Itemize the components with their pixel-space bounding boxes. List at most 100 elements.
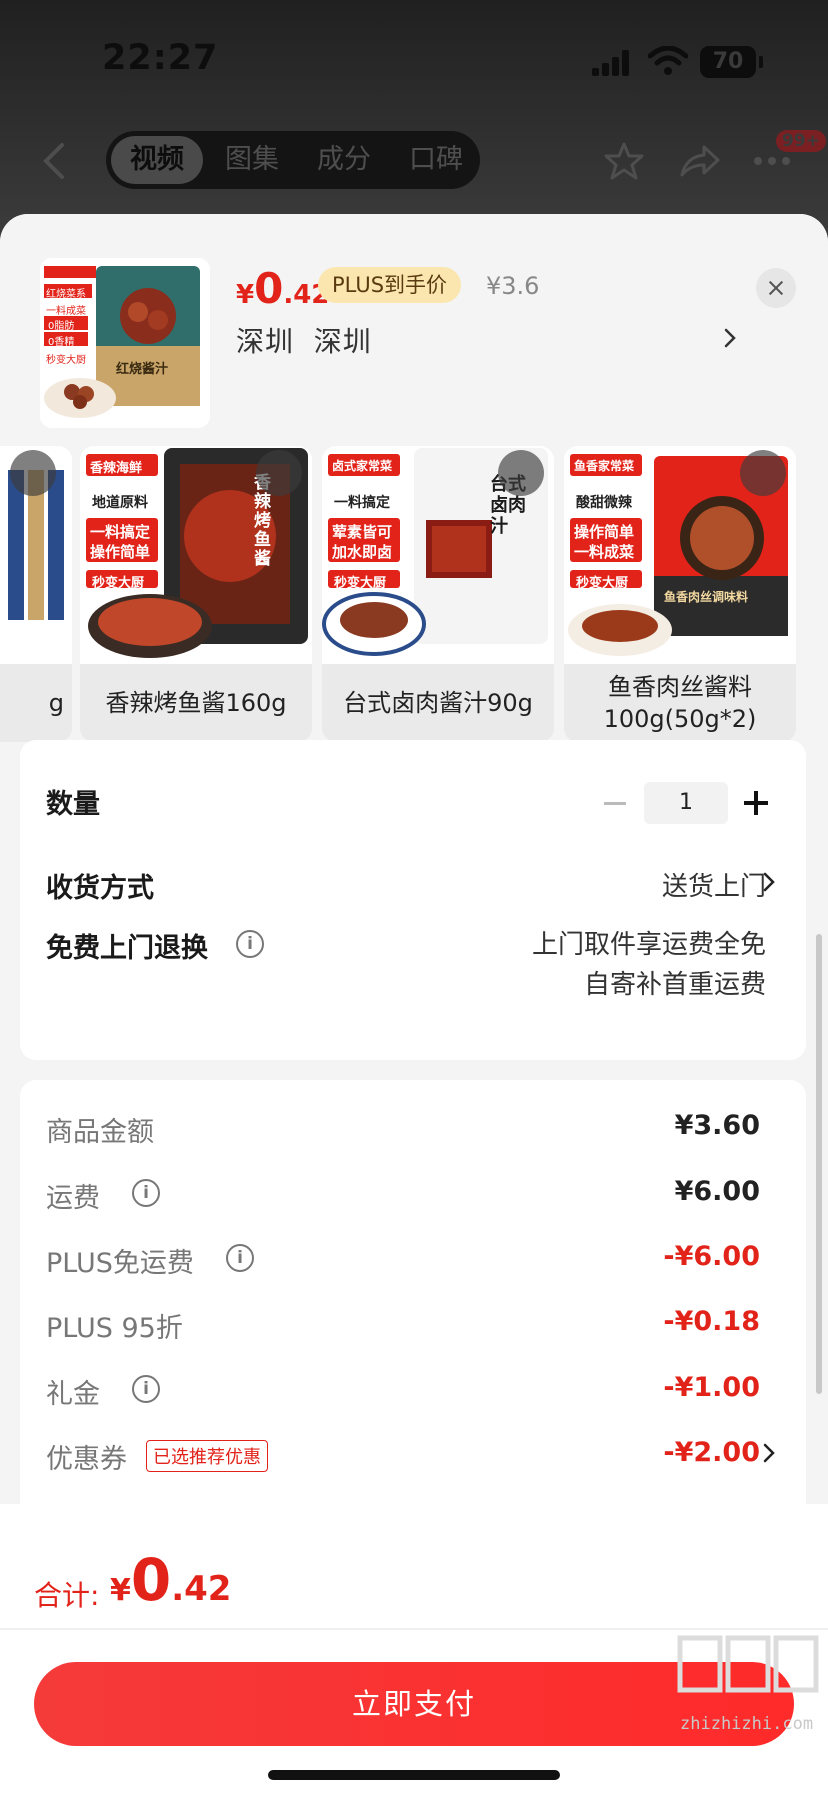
status-time: 22:27 [102, 38, 219, 78]
chevron-right-icon[interactable] [762, 1442, 776, 1464]
fee-label-coupon: 优惠券 [46, 1444, 127, 1475]
free-return-line1: 上门取件享运费全免 [531, 930, 766, 960]
tab-video[interactable]: 视频 [111, 136, 203, 184]
top-nav: 视频 图集 成分 口碑 99+ [0, 125, 828, 195]
status-bar: 22:27 70 [0, 0, 828, 120]
battery-icon: 70 [700, 46, 756, 78]
variant-image: 卤式家常菜 一料搞定 荤素皆可 加水即卤 秒变大厨 台式卤肉汁 [322, 446, 554, 664]
quantity-value[interactable]: 1 [644, 782, 728, 824]
plus-price-tag: PLUS到手价 [318, 267, 462, 303]
total-symbol: ¥ [110, 1573, 131, 1608]
fee-label-gift-money: 礼金 [46, 1379, 100, 1410]
thumb-tag-2: 一料成菜 [46, 306, 86, 317]
variant-tag: 一料成菜 [574, 543, 635, 561]
fee-label-plus-free-shipping: PLUS免运费 [46, 1248, 194, 1279]
free-return-line2: 自寄补首重运费 [583, 970, 766, 1000]
product-thumbnail[interactable]: 红烧酱汁 红烧菜系 一料成菜 0脂肪 0香精 秒变大厨 [40, 258, 210, 428]
thumb-tag-3: 0脂肪 [48, 321, 75, 332]
coupon-recommended-tag: 已选推荐优惠 [146, 1440, 268, 1472]
delivery-location[interactable]: 深圳 深圳 [236, 320, 372, 360]
background-page: 22:27 70 视频 图集 成分 口碑 99+ [0, 0, 828, 240]
thumb-tag-5: 秒变大厨 [46, 355, 86, 366]
free-return-label: 免费上门退换 [46, 933, 208, 964]
variant-tag: 秒变大厨 [92, 576, 145, 591]
close-button[interactable] [756, 268, 796, 308]
expand-icon[interactable] [10, 450, 56, 496]
scrollbar[interactable] [816, 934, 822, 1394]
back-arrow-icon[interactable] [38, 141, 72, 181]
signal-icon [592, 50, 632, 76]
delivery-method-label: 收货方式 [46, 873, 154, 904]
info-icon[interactable]: i [236, 930, 264, 958]
wifi-icon [648, 46, 688, 75]
price-symbol: ¥ [236, 280, 255, 310]
variant-image [0, 446, 72, 664]
fee-label-plus-discount: PLUS 95折 [46, 1313, 183, 1344]
tab-gallery[interactable]: 图集 [206, 131, 298, 189]
variant-tag: 操作简单 [574, 523, 635, 541]
fee-value-coupon[interactable]: -¥2.00 [520, 1437, 760, 1468]
variant-tag: 酸甜微辣 [576, 495, 632, 511]
price-integer: 0 [254, 264, 284, 313]
variant-card[interactable]: 鱼香家常菜 酸甜微辣 操作简单 一料成菜 秒变大厨 鱼香肉丝调味料 鱼香肉丝酱料… [564, 446, 796, 742]
variant-tag: 鱼香家常菜 [574, 459, 635, 473]
variant-label: 台式卤肉酱汁90g [343, 689, 533, 717]
expand-icon[interactable] [740, 450, 786, 496]
total-label: 合计: [34, 1579, 100, 1612]
fee-value-plus-discount: -¥0.18 [663, 1306, 760, 1337]
variant-card[interactable]: 香辣海鲜 地道原料 一料搞定 操作简单 秒变大厨 香辣烤鱼酱 香辣烤鱼酱160g [80, 446, 312, 742]
watermark-text: zhizhizhi.com [680, 1714, 814, 1734]
fee-label-shipping: 运费 [46, 1183, 100, 1214]
total-amount: ¥0.42 [110, 1546, 231, 1614]
variant-tag: 秒变大厨 [334, 576, 387, 591]
tab-ingredients[interactable]: 成分 [298, 131, 390, 189]
share-icon[interactable] [678, 141, 720, 181]
info-icon[interactable]: i [132, 1375, 160, 1403]
tab-reviews[interactable]: 口碑 [390, 131, 482, 189]
sheet-header: 红烧酱汁 红烧菜系 一料成菜 0脂肪 0香精 秒变大厨 ¥0.42 PLUS到手… [0, 214, 828, 446]
thumb-tag-4: 0香精 [48, 337, 75, 348]
info-icon[interactable]: i [132, 1179, 160, 1207]
home-indicator [268, 1770, 560, 1780]
variant-tag: 荤素皆可 [332, 523, 393, 541]
favorite-star-icon[interactable] [604, 141, 644, 181]
total-integer: 0 [130, 1546, 172, 1614]
fee-value-plus-free-shipping: -¥6.00 [663, 1241, 760, 1272]
quantity-increase-button[interactable] [744, 791, 768, 815]
quantity-decrease-button[interactable] [604, 802, 626, 805]
total-decimal: .42 [171, 1569, 232, 1609]
variant-image: 香辣海鲜 地道原料 一料搞定 操作简单 秒变大厨 香辣烤鱼酱 [80, 446, 312, 664]
quantity-label: 数量 [46, 789, 100, 820]
media-tabs: 视频 图集 成分 口碑 [106, 131, 480, 189]
variant-label: 鱼香肉丝酱料 100g(50g*2) [603, 673, 757, 733]
fee-value-gift-money: -¥1.00 [663, 1372, 760, 1403]
variant-tag: 一料搞定 [334, 495, 390, 511]
thumb-brand-text: 红烧酱汁 [116, 362, 169, 377]
variant-card[interactable]: 卤式家常菜 一料搞定 荤素皆可 加水即卤 秒变大厨 台式卤肉汁 台式卤肉酱汁90… [322, 446, 554, 742]
checkout-footer: 合计: ¥0.42 立即支付 zhizhizhi.com [0, 1504, 828, 1796]
expand-icon[interactable] [498, 450, 544, 496]
variant-label: g [48, 689, 64, 717]
variant-tag: 一料搞定 [90, 523, 151, 541]
chevron-right-icon[interactable] [762, 871, 776, 893]
product-price: ¥0.42 [236, 264, 329, 313]
expand-icon[interactable] [256, 450, 302, 496]
info-icon[interactable]: i [226, 1244, 254, 1272]
variant-tag: 操作简单 [90, 543, 151, 561]
watermark-logo [677, 1635, 819, 1693]
more-icon[interactable] [752, 155, 792, 167]
variant-pkg-title: 鱼香肉丝调味料 [664, 590, 749, 604]
variant-image: 鱼香家常菜 酸甜微辣 操作简单 一料成菜 秒变大厨 鱼香肉丝调味料 [564, 446, 796, 664]
original-price: ¥3.6 [486, 272, 540, 300]
variant-tag: 秒变大厨 [576, 576, 629, 591]
battery-tip [759, 56, 763, 68]
fee-value-shipping: ¥6.00 [674, 1176, 760, 1207]
variant-card[interactable]: g [0, 446, 72, 742]
chevron-right-icon[interactable] [722, 326, 738, 350]
variant-tag: 卤式家常菜 [332, 459, 393, 473]
purchase-sheet: 红烧酱汁 红烧菜系 一料成菜 0脂肪 0香精 秒变大厨 ¥0.42 PLUS到手… [0, 214, 828, 1796]
delivery-method-value[interactable]: 送货上门 [440, 866, 766, 903]
variant-label: 香辣烤鱼酱160g [105, 689, 287, 717]
thumb-tag-1: 红烧菜系 [46, 289, 86, 300]
fee-breakdown-card: 商品金额 ¥3.60 运费 i ¥6.00 PLUS免运费 i -¥6.00 P… [20, 1080, 806, 1520]
